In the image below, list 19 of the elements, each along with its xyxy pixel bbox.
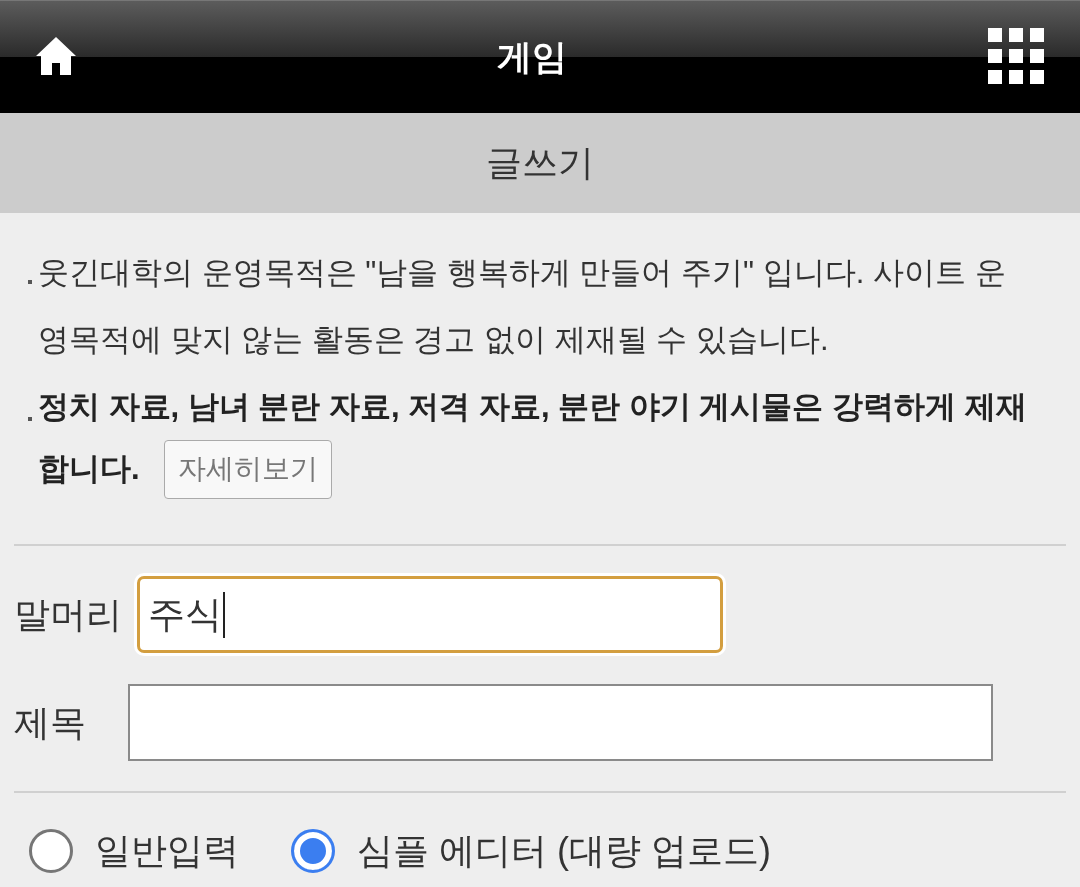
radio-button[interactable] (29, 829, 73, 873)
details-button[interactable]: 자세히보기 (163, 439, 332, 499)
grid-menu-icon[interactable] (988, 28, 1044, 84)
radio-label[interactable]: 심플 에디터 (대량 업로드) (357, 833, 771, 869)
field-label: 제목 (14, 704, 87, 741)
input-field[interactable] (128, 684, 993, 761)
bullet-icon (28, 280, 32, 284)
text-cursor-icon (223, 591, 225, 638)
input-field[interactable]: 주식 (137, 576, 723, 653)
home-icon[interactable] (36, 37, 76, 75)
radio-label[interactable]: 일반입력 (95, 833, 239, 869)
field-label: 말머리 (14, 596, 123, 633)
section-title: 글쓰기 (486, 145, 594, 181)
page-title: 게임 (497, 38, 567, 74)
bullet-icon (28, 417, 32, 421)
notice-text: 웃긴대학의 운영목적은 "남을 행복하게 만들어 주기" 입니다. 사이트 운영목적에 맞지 않는 활동은 경고 없이 제재될 수 있습니다. (38, 255, 1006, 357)
radio-button[interactable] (291, 829, 335, 873)
notice-text: 정치 자료, 남녀 분란 자료, 저격 자료, 분란 야기 게시물은 강력하게 제재 (38, 388, 1027, 426)
notice-text: 합니다. (38, 450, 140, 488)
